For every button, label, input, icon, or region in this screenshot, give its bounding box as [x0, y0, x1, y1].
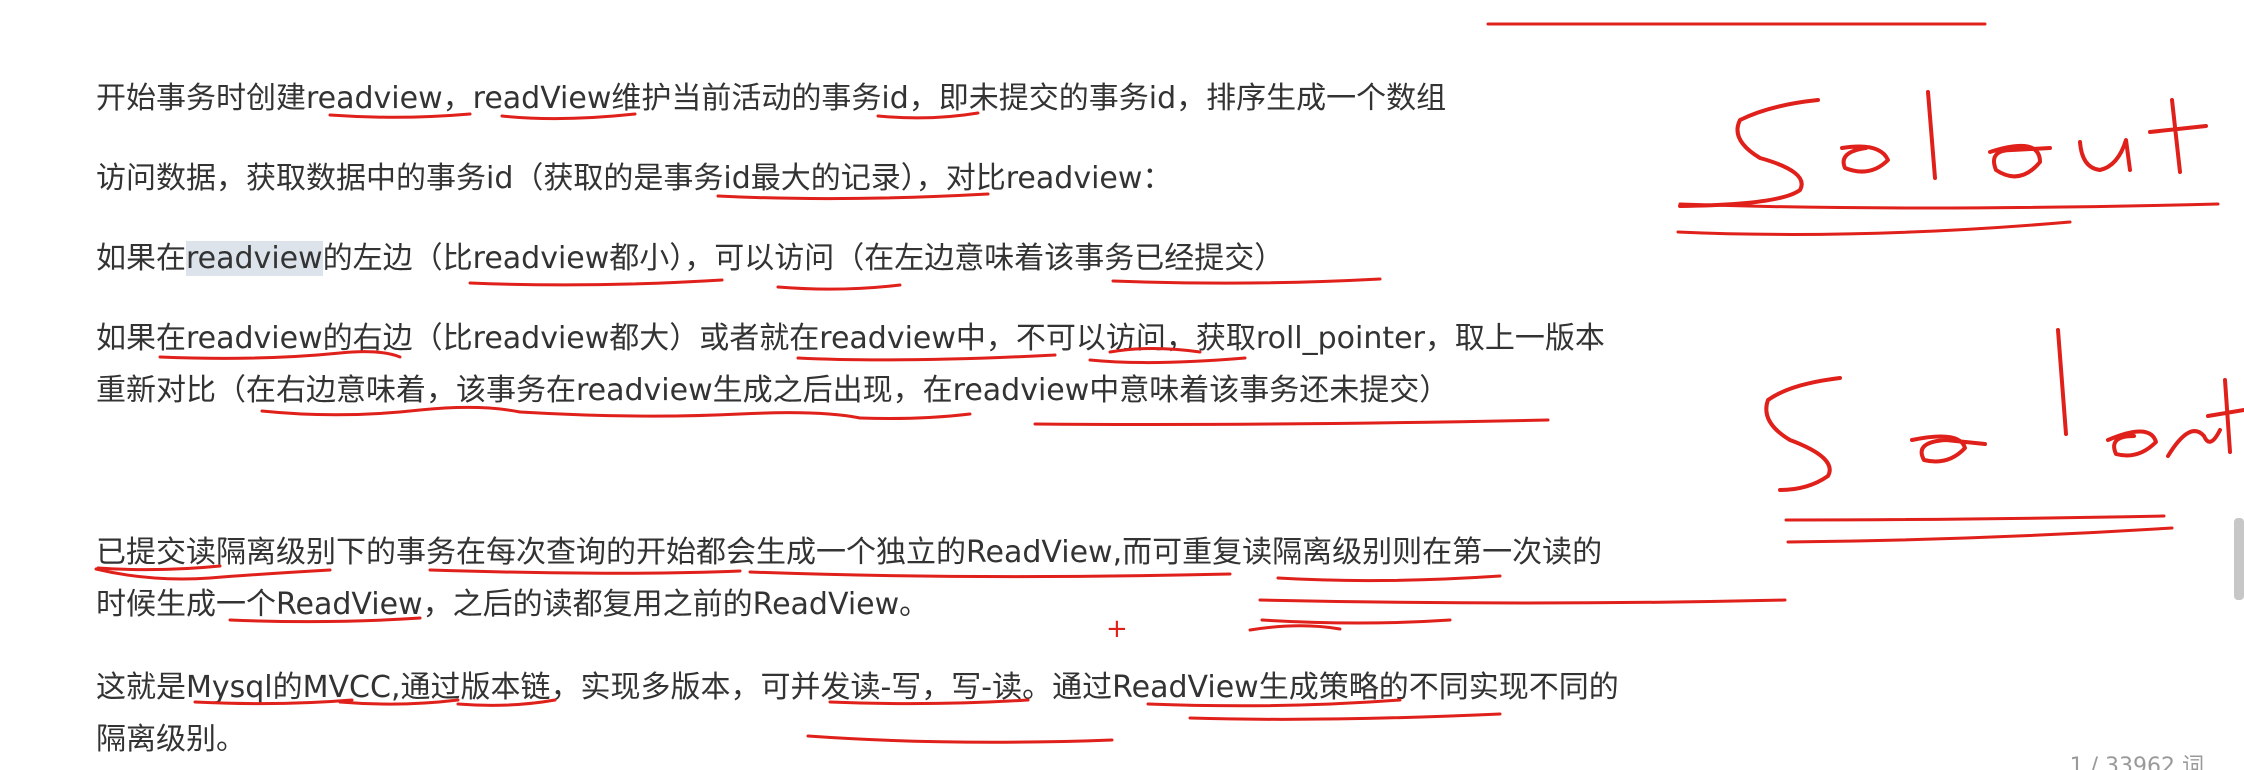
ink-handwriting — [2148, 98, 2208, 174]
ink-handwriting — [1926, 90, 1937, 180]
text-line: 这就是Mysql的MVCC,通过版本链，实现多版本，可并发读-写，写-读。通过R… — [96, 670, 1619, 705]
text-line: 如果在readview的右边（比readview都大）或者就在readview中… — [96, 321, 1605, 356]
paragraph-access-data: 访问数据，获取数据中的事务id（获取的是事务id最大的记录），对比readvie… — [96, 153, 1172, 205]
ink-handwriting — [2078, 138, 2132, 172]
ink-handwriting — [1910, 434, 1987, 464]
paragraph-left-of-readview: 如果在readview的左边（比readview都小），可以访问（在左边意味着该… — [96, 233, 1284, 285]
text-line: 已提交读隔离级别下的事务在每次查询的开始都会生成一个独立的ReadView,而可… — [96, 535, 1603, 570]
paragraph-mvcc-summary: 这就是Mysql的MVCC,通过版本链，实现多版本，可并发读-写，写-读。通过R… — [96, 662, 1619, 766]
text-line: 重新对比（在右边意味着，该事务在readview生成之后出现，在readview… — [96, 373, 1450, 408]
ink-handwriting — [1988, 144, 2052, 179]
paragraph-isolation-levels: 已提交读隔离级别下的事务在每次查询的开始都会生成一个独立的ReadView,而可… — [96, 527, 1602, 631]
text-line: 访问数据，获取数据中的事务id（获取的是事务id最大的记录），对比readvie… — [96, 161, 1173, 196]
highlighted-word: readview — [186, 241, 323, 276]
text-line: 时候生成一个ReadView，之后的读都复用之前的ReadView。 — [96, 587, 930, 622]
ink-underline — [1033, 418, 1550, 426]
text-segment: 的左边（比readview都小），可以访问（在左边意味着该事务已经提交） — [322, 241, 1285, 276]
word-count-status: 1 / 33962 词 — [2069, 754, 2204, 770]
ink-handwriting — [2166, 428, 2222, 458]
ink-underline — [1786, 526, 2174, 544]
ink-underline — [776, 283, 902, 291]
cursor-crosshair-icon: + — [1106, 614, 1128, 644]
ink-underline — [1678, 202, 2220, 210]
ink-handwriting — [1840, 144, 1890, 174]
scrollbar-thumb[interactable] — [2234, 518, 2244, 600]
ink-handwriting — [2056, 328, 2068, 436]
document-page: 开始事务时创建readview，readView维护当前活动的事务id，即未提交… — [0, 0, 2244, 770]
text-line: 如果在readview的左边（比readview都小），可以访问（在左边意味着该… — [96, 233, 1284, 285]
paragraph-right-of-readview: 如果在readview的右边（比readview都大）或者就在readview中… — [96, 313, 1605, 417]
text-segment: 如果在 — [96, 241, 186, 276]
ink-underline — [1784, 514, 2166, 522]
ink-handwriting — [2106, 429, 2158, 458]
ink-handwriting — [1764, 376, 1842, 492]
text-line: 隔离级别。 — [96, 722, 246, 757]
ink-handwriting — [2206, 378, 2244, 454]
ink-underline — [1676, 220, 2072, 236]
text-line: 开始事务时创建readview，readView维护当前活动的事务id，即未提交… — [96, 81, 1447, 116]
paragraph-readview-creation: 开始事务时创建readview，readView维护当前活动的事务id，即未提交… — [96, 73, 1446, 125]
ink-handwriting — [1678, 98, 1820, 208]
